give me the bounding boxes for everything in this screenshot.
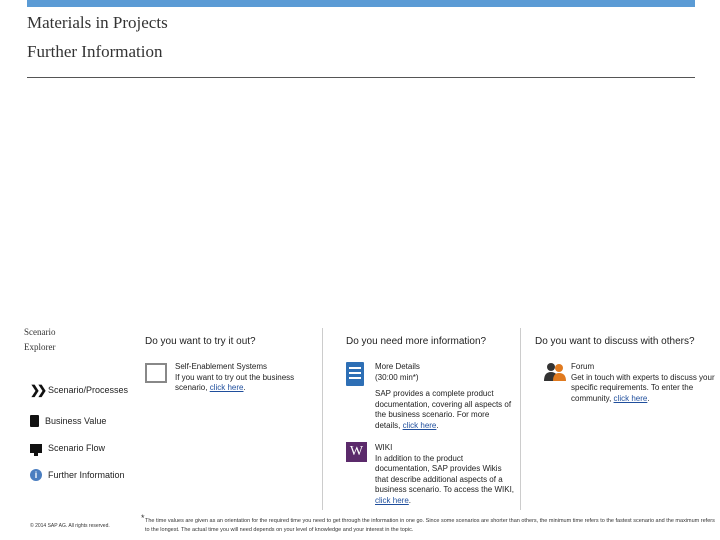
page-subtitle: Further Information: [27, 42, 163, 61]
info-icon: i: [30, 469, 42, 481]
discuss-heading: Do you want to discuss with others?: [535, 336, 695, 347]
sidebar-item-label: Further Information: [48, 470, 125, 480]
more-details-text: SAP provides a complete product document…: [375, 389, 512, 430]
people-icon: [544, 363, 566, 381]
more-details-link[interactable]: click here: [403, 421, 437, 430]
sidebar-item-label: Scenario/Processes: [48, 385, 129, 395]
sidebar-title-line2: Explorer: [24, 342, 56, 352]
sidebar-item-business-value[interactable]: Business Value: [30, 415, 106, 427]
wiki-title: WIKI: [375, 443, 393, 452]
time-footnote: * The time values are given as an orient…: [141, 514, 715, 535]
sidebar-item-label: Scenario Flow: [48, 443, 106, 453]
system-window-icon: [145, 363, 167, 383]
wiki-icon: W: [346, 442, 367, 462]
self-enablement-link[interactable]: click here: [210, 383, 244, 392]
footnote-marker: *: [141, 513, 145, 523]
punctuation: .: [436, 420, 439, 430]
monitor-icon: [30, 443, 42, 456]
column-divider: [520, 328, 521, 510]
try-heading: Do you want to try it out?: [145, 336, 256, 347]
sidebar-item-label: Business Value: [45, 416, 107, 426]
top-accent-bar: [27, 0, 695, 7]
page-title: Materials in Projects: [27, 13, 168, 32]
forum-block: Forum Get in touch with experts to discu…: [571, 362, 716, 404]
punctuation: .: [647, 393, 650, 403]
document-icon: [346, 362, 364, 386]
calculator-icon: [30, 415, 39, 427]
punctuation: .: [408, 495, 412, 505]
more-details-time: (30:00 min*): [375, 372, 419, 382]
copyright-text: © 2014 SAP AG. All rights reserved.: [30, 523, 110, 529]
wiki-block: WIKI In addition to the product document…: [375, 443, 515, 506]
column-divider: [322, 328, 323, 510]
punctuation: .: [243, 383, 246, 392]
footnote-text: The time values are given as an orientat…: [145, 518, 715, 533]
self-enablement-block: Self-Enablement Systems If you want to t…: [175, 362, 315, 394]
forum-title: Forum: [571, 362, 595, 371]
more-details-block: More Details (30:00 min*) SAP provides a…: [375, 362, 515, 431]
wiki-text: In addition to the product documentation…: [375, 453, 515, 495]
header-divider: [27, 77, 695, 78]
sidebar-item-scenario-flow[interactable]: Scenario Flow: [30, 443, 106, 456]
info-heading: Do you need more information?: [346, 336, 487, 347]
double-chevron-icon: ❯❯: [30, 383, 47, 397]
sidebar-item-scenario-processes[interactable]: ❯❯ Scenario/Processes: [30, 384, 128, 396]
self-enablement-title: Self-Enablement Systems: [175, 362, 268, 371]
wiki-link[interactable]: click here: [375, 496, 409, 505]
sidebar-title-line1: Scenario: [24, 327, 56, 337]
more-details-title: More Details: [375, 362, 420, 371]
sidebar-item-further-information[interactable]: i Further Information: [30, 469, 125, 481]
forum-link[interactable]: click here: [614, 394, 648, 403]
